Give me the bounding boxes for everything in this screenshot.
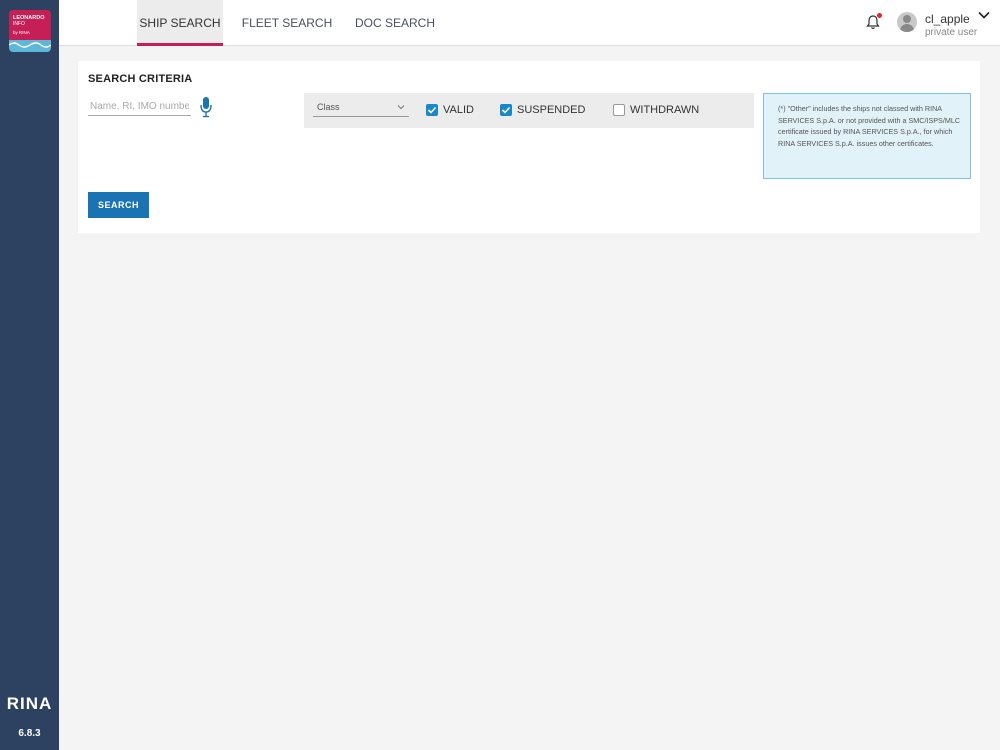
logo-line-2: INFO — [13, 21, 25, 27]
filter-bar: Class VALID SUSPENDED WITHDRAWN — [304, 93, 754, 128]
checkbox-label: VALID — [443, 104, 474, 116]
class-select-value: Class — [317, 102, 340, 112]
user-role: private user — [925, 27, 978, 38]
section-title: SEARCH CRITERIA — [88, 73, 193, 85]
info-note: (*) "Other" includes the ships not class… — [763, 93, 971, 179]
microphone-icon[interactable] — [199, 96, 213, 118]
chevron-down-icon — [397, 105, 405, 110]
logo-line-3: by RINA — [13, 30, 30, 35]
search-criteria-panel: SEARCH CRITERIA Class VALID SUSPENDED — [78, 61, 980, 233]
tab-doc-search[interactable]: DOC SEARCH — [349, 0, 441, 46]
user-name[interactable]: cl_apple — [925, 12, 970, 26]
search-button[interactable]: SEARCH — [88, 192, 149, 218]
chevron-down-icon[interactable] — [977, 8, 991, 22]
checkbox-unchecked-icon[interactable] — [613, 104, 625, 116]
sidebar: LEONARDO INFO by RINA RINA 6.8.3 — [0, 0, 59, 750]
notification-dot — [877, 13, 882, 18]
wave-icon — [9, 42, 51, 48]
checkbox-checked-icon[interactable] — [426, 104, 438, 116]
tab-ship-search[interactable]: SHIP SEARCH — [137, 0, 223, 46]
class-select[interactable]: Class — [313, 99, 409, 117]
leonardo-info-logo[interactable]: LEONARDO INFO by RINA — [9, 10, 51, 52]
checkbox-label: WITHDRAWN — [630, 104, 700, 116]
app-version: 6.8.3 — [18, 728, 41, 739]
user-avatar-icon[interactable] — [897, 12, 917, 32]
rina-brand-logo: RINA — [6, 694, 53, 713]
top-navigation-bar: SHIP SEARCH FLEET SEARCH DOC SEARCH cl_a… — [59, 0, 1000, 46]
tab-fleet-search[interactable]: FLEET SEARCH — [237, 0, 337, 46]
checkbox-label: SUSPENDED — [517, 104, 586, 116]
checkbox-checked-icon[interactable] — [500, 104, 512, 116]
ship-search-input[interactable] — [88, 98, 191, 116]
